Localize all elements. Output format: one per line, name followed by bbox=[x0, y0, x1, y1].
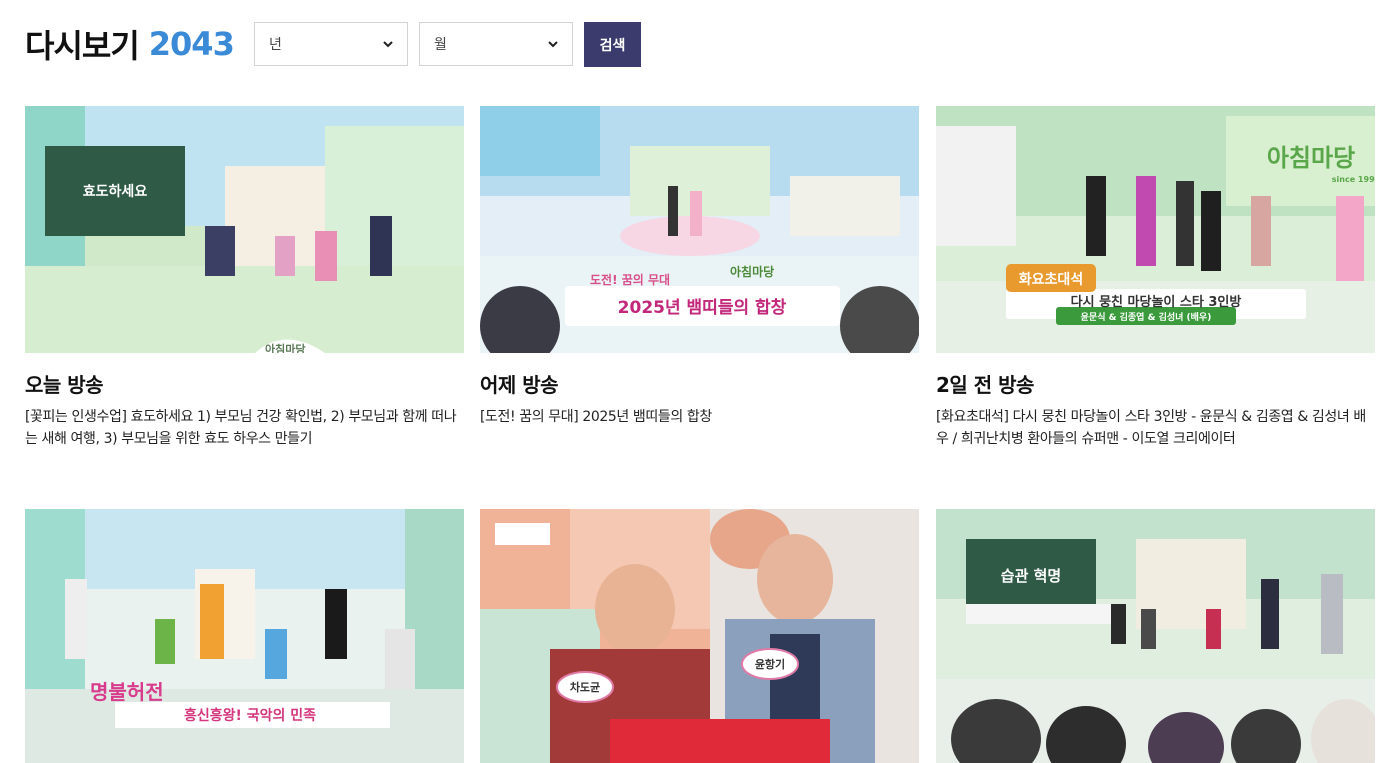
thumbnail-caption: 2025년 뱀띠들의 합창 bbox=[618, 297, 787, 318]
total-count: 2043 bbox=[148, 25, 235, 63]
episode-thumbnail[interactable]: 차도균 윤항기 bbox=[480, 509, 919, 763]
thumbnail-since: since 1991 bbox=[1332, 175, 1375, 184]
year-select[interactable]: 년 bbox=[254, 22, 408, 66]
replay-card[interactable]: 도전! 꿈의 무대 아침마당 2025년 뱀띠들의 합창 어제 방송 [도전! … bbox=[480, 106, 919, 428]
replay-card[interactable]: 아침마당 since 1991 화요초대석 다시 뭉친 마당놀이 스타 3인방 … bbox=[936, 106, 1375, 450]
episode-thumbnail[interactable]: 습관 혁명 bbox=[936, 509, 1375, 763]
thumbnail-board-text: 효도하세요 bbox=[83, 183, 148, 200]
replay-card[interactable]: 효도하세요 아침마당 오늘 방송 [꽃피는 인생수업] 효도하세요 1) 부모님… bbox=[25, 106, 464, 450]
episode-thumbnail[interactable]: 도전! 꿈의 무대 아침마당 2025년 뱀띠들의 합창 bbox=[480, 106, 919, 353]
search-button[interactable]: 검색 bbox=[584, 22, 641, 67]
thumbnail-logo: 아침마당 bbox=[265, 342, 305, 353]
episode-thumbnail[interactable]: 아침마당 since 1991 화요초대석 다시 뭉친 마당놀이 스타 3인방 … bbox=[936, 106, 1375, 353]
thumbnail-logo: 아침마당 bbox=[1267, 144, 1355, 172]
card-title: 2일 전 방송 bbox=[936, 373, 1034, 397]
replay-card[interactable]: 습관 혁명 bbox=[936, 509, 1375, 763]
thumbnail-caption: 다시 뭉친 마당놀이 스타 3인방 bbox=[1071, 294, 1242, 310]
page-header: 다시보기 2043 bbox=[25, 20, 235, 68]
year-select-value: 년 bbox=[269, 37, 282, 53]
episode-thumbnail[interactable]: 명불허전 흥신흥왕! 국악의 민족 bbox=[25, 509, 464, 763]
chevron-down-icon bbox=[548, 41, 558, 48]
thumbnail-subcaption: 윤문식 & 김종엽 & 김성녀 (배우) bbox=[1081, 311, 1212, 323]
thumbnail-board-text: 습관 혁명 bbox=[1001, 567, 1061, 585]
thumbnail-logo: 아침마당 bbox=[730, 264, 774, 279]
card-description: [도전! 꿈의 무대] 2025년 뱀띠들의 합창 bbox=[480, 409, 712, 425]
episode-thumbnail[interactable]: 효도하세요 아침마당 bbox=[25, 106, 464, 353]
guest-name-tag: 차도균 bbox=[570, 680, 600, 694]
replay-card[interactable]: 명불허전 흥신흥왕! 국악의 민족 bbox=[25, 509, 464, 763]
page-title: 다시보기 bbox=[25, 27, 140, 65]
card-title: 어제 방송 bbox=[480, 373, 559, 397]
card-description: [화요초대석] 다시 뭉친 마당놀이 스타 3인방 - 윤문식 & 김종엽 & … bbox=[936, 409, 1366, 447]
chevron-down-icon bbox=[383, 41, 393, 48]
segment-tag: 도전! 꿈의 무대 bbox=[590, 272, 670, 287]
segment-tag: 명불허전 bbox=[90, 680, 164, 704]
month-select-value: 월 bbox=[434, 37, 447, 53]
card-title: 오늘 방송 bbox=[25, 373, 104, 397]
segment-tag: 화요초대석 bbox=[1019, 272, 1083, 288]
guest-name-tag: 윤항기 bbox=[755, 657, 785, 671]
thumbnail-caption: 흥신흥왕! 국악의 민족 bbox=[184, 707, 316, 724]
replay-card[interactable]: 차도균 윤항기 bbox=[480, 509, 919, 763]
card-description: [꽃피는 인생수업] 효도하세요 1) 부모님 건강 확인법, 2) 부모님과 … bbox=[25, 409, 457, 447]
month-select[interactable]: 월 bbox=[419, 22, 573, 66]
